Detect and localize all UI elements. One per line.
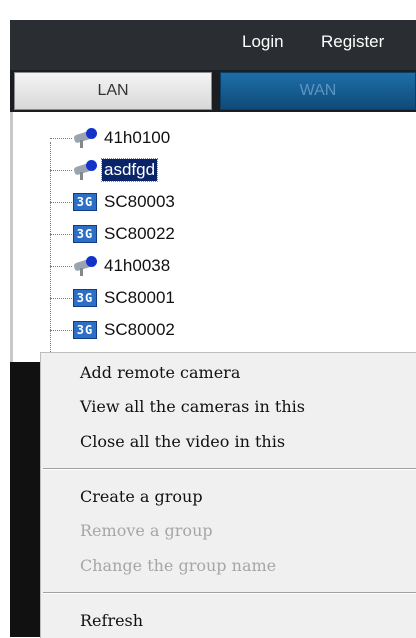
top-cropped-strip (0, 0, 416, 20)
menu-item-remove-group: Remove a group (80, 521, 213, 540)
3g-device-icon: 3G (72, 191, 98, 213)
tree-item-label: SC80001 (104, 288, 175, 307)
dark-sidebar-strip (10, 362, 40, 637)
tree-item-label: SC80002 (104, 320, 175, 339)
menu-item-view-all-cameras[interactable]: View all the cameras in this (80, 397, 305, 416)
register-link[interactable]: Register (321, 32, 384, 52)
header-bar: Login Register (10, 20, 416, 70)
tree-item-camera[interactable]: 41h0100 (50, 124, 172, 152)
menu-item-refresh[interactable]: Refresh (80, 611, 143, 630)
camera-icon (72, 127, 98, 149)
tree-item-label: 41h0100 (104, 128, 171, 147)
network-tabs: LAN WAN (10, 70, 416, 112)
tree-branch (50, 329, 72, 331)
tree-item-camera-selected[interactable]: asdfgd (50, 156, 159, 184)
device-tree: 41h0100 asdfgd 3G SC80003 3G SC80022 41h… (10, 112, 416, 382)
tree-item-label: SC80022 (104, 224, 175, 243)
context-menu: Add remote camera View all the cameras i… (40, 352, 416, 638)
tree-branch (50, 297, 72, 299)
menu-item-change-group-name: Change the group name (80, 556, 277, 575)
tab-lan[interactable]: LAN (14, 72, 212, 110)
tree-item-3g-device[interactable]: 3G SC80001 (50, 284, 177, 312)
tab-wan[interactable]: WAN (220, 72, 416, 110)
tree-item-3g-device[interactable]: 3G SC80003 (50, 188, 177, 216)
tree-branch (50, 137, 72, 139)
menu-separator (43, 468, 416, 470)
menu-item-create-group[interactable]: Create a group (80, 487, 203, 506)
tree-branch (50, 201, 72, 203)
login-link[interactable]: Login (242, 32, 284, 52)
tree-branch (50, 233, 72, 235)
tree-item-3g-device[interactable]: 3G SC80022 (50, 220, 177, 248)
tree-item-label: SC80003 (104, 192, 175, 211)
menu-item-add-remote-camera[interactable]: Add remote camera (80, 363, 240, 382)
tree-branch (50, 169, 72, 171)
camera-icon (72, 159, 98, 181)
menu-item-close-all-video[interactable]: Close all the video in this (80, 432, 285, 451)
menu-separator (43, 592, 416, 594)
3g-device-icon: 3G (72, 319, 98, 341)
tree-item-label: 41h0038 (104, 256, 171, 275)
camera-icon (72, 255, 98, 277)
3g-device-icon: 3G (72, 287, 98, 309)
tree-branch (50, 265, 72, 267)
3g-device-icon: 3G (72, 223, 98, 245)
tree-item-label: asdfgd (100, 158, 159, 182)
tree-item-3g-device[interactable]: 3G SC80002 (50, 316, 177, 344)
tree-item-camera[interactable]: 41h0038 (50, 252, 172, 280)
